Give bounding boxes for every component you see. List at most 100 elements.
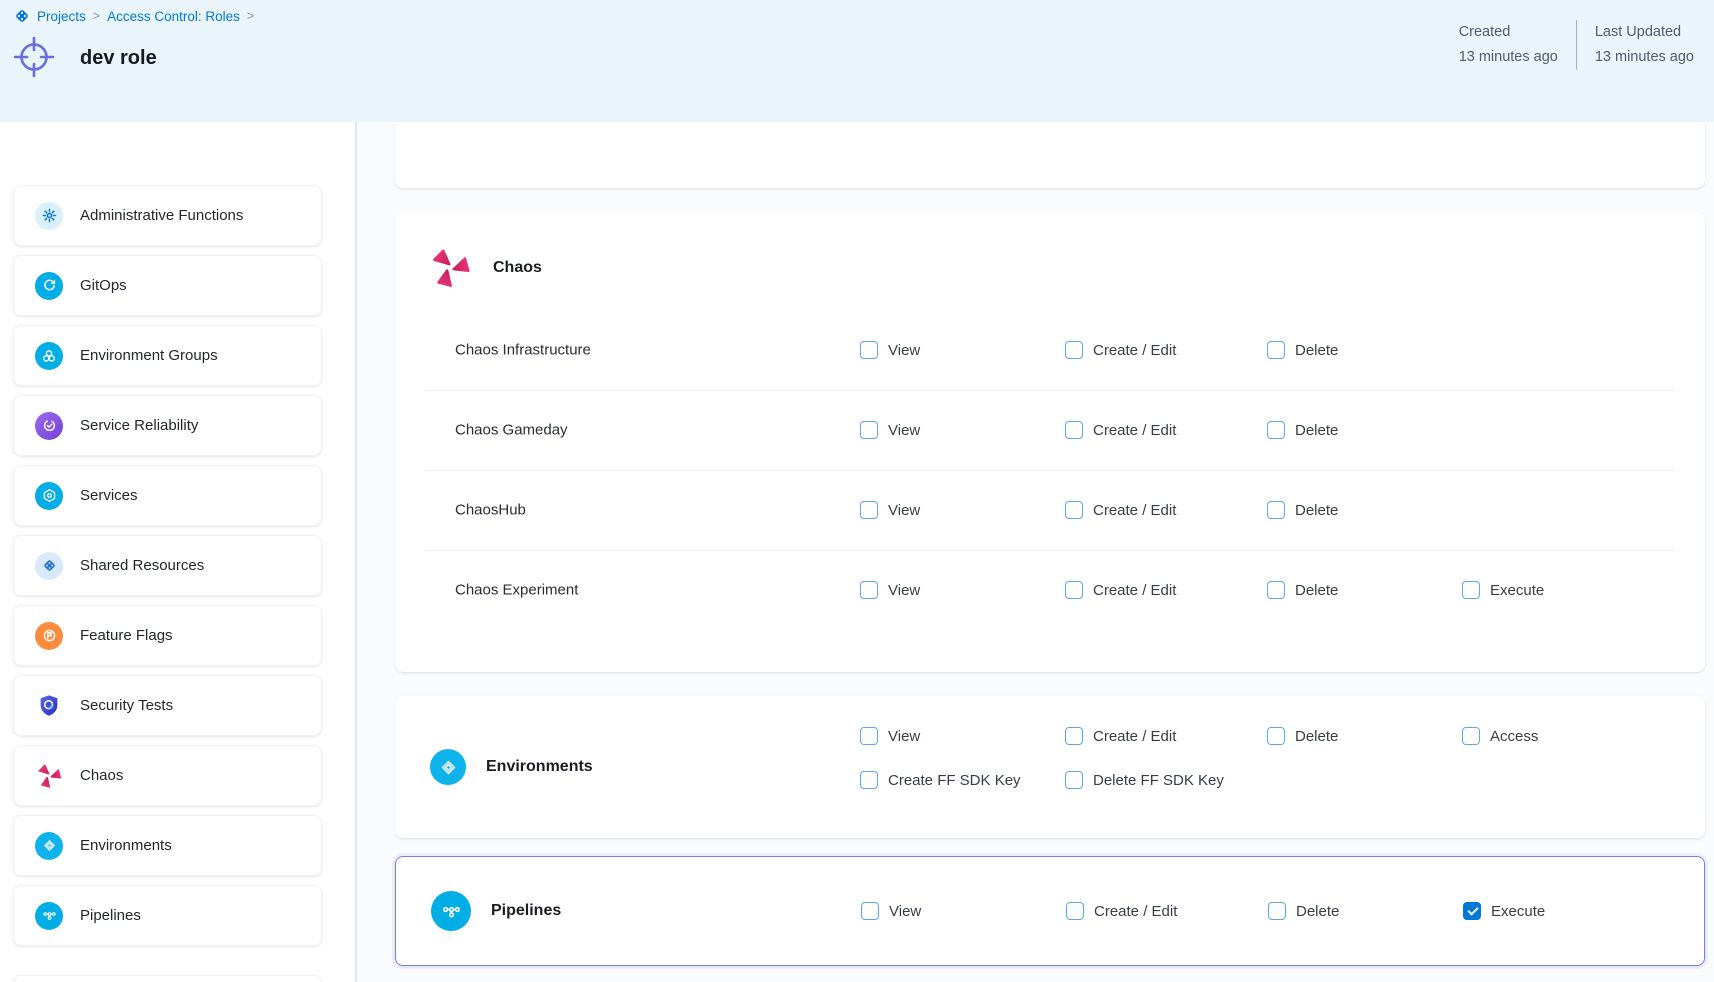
checkbox-box[interactable] [1065, 727, 1083, 745]
sidebar-item-feature-flags[interactable]: Feature Flags [13, 605, 322, 666]
sidebar-item-label: Environment Groups [80, 347, 218, 364]
delete-checkbox[interactable]: Delete [1267, 421, 1338, 439]
create-edit-checkbox[interactable]: Create / Edit [1065, 727, 1176, 745]
sidebar-item-label: Pipelines [80, 907, 141, 924]
checkbox-box[interactable] [1267, 501, 1285, 519]
sidebar-item-environments[interactable]: Environments [13, 815, 322, 876]
breadcrumb-separator: > [247, 9, 254, 23]
checkbox-box[interactable] [860, 501, 878, 519]
permission-row-chaos-experiment: Chaos Experiment View Create / Edit Dele… [395, 550, 1705, 630]
checkbox-box[interactable] [860, 727, 878, 745]
view-checkbox[interactable]: View [860, 581, 920, 599]
checkbox-box[interactable] [860, 421, 878, 439]
create-edit-checkbox[interactable]: Create / Edit [1065, 341, 1176, 359]
previous-section-card-partial [395, 122, 1705, 188]
view-checkbox[interactable]: View [861, 902, 921, 920]
resource-sidebar: Administrative Functions GitOps Environm… [0, 122, 357, 982]
checkbox-box[interactable] [1463, 902, 1481, 920]
permission-row-chaos-infrastructure: Chaos Infrastructure View Create / Edit … [395, 310, 1705, 390]
delete-checkbox[interactable]: Delete [1267, 727, 1338, 745]
delete-checkbox[interactable]: Delete [1267, 341, 1338, 359]
sidebar-item-partial[interactable] [13, 975, 322, 982]
page-title: dev role [80, 47, 157, 70]
create-edit-checkbox[interactable]: Create / Edit [1065, 581, 1176, 599]
sidebar-item-label: Shared Resources [80, 557, 204, 574]
sidebar-item-gitops[interactable]: GitOps [13, 255, 322, 316]
role-target-icon [10, 33, 58, 81]
checkbox-box[interactable] [860, 771, 878, 789]
delete-checkbox[interactable]: Delete [1267, 501, 1338, 519]
breadcrumb: Projects > Access Control: Roles > [14, 8, 254, 24]
execute-checkbox[interactable]: Execute [1462, 581, 1544, 599]
sidebar-item-environment-groups[interactable]: Environment Groups [13, 325, 322, 386]
resource-list: Administrative Functions GitOps Environm… [13, 185, 322, 946]
delete-checkbox[interactable]: Delete [1267, 581, 1338, 599]
row-label: Chaos Gameday [455, 422, 568, 439]
checkbox-box[interactable] [1267, 421, 1285, 439]
create-edit-checkbox[interactable]: Create / Edit [1066, 902, 1177, 920]
checkbox-box[interactable] [1065, 341, 1083, 359]
checkbox-box[interactable] [1066, 902, 1084, 920]
sidebar-item-label: GitOps [80, 277, 127, 294]
permission-row-chaos-gameday: Chaos Gameday View Create / Edit Delete [395, 390, 1705, 470]
last-updated-label: Last Updated [1595, 20, 1694, 45]
permission-row-chaoshub: ChaosHub View Create / Edit Delete [395, 470, 1705, 550]
delete-ff-sdk-key-checkbox[interactable]: Delete FF SDK Key [1065, 771, 1224, 789]
checkbox-box[interactable] [1267, 727, 1285, 745]
security-tests-shield-icon [35, 692, 63, 720]
create-ff-sdk-key-checkbox[interactable]: Create FF SDK Key [860, 771, 1021, 789]
gear-icon [35, 202, 63, 230]
created-block: Created 13 minutes ago [1459, 20, 1577, 70]
chaos-section-title: Chaos [493, 259, 542, 277]
role-meta: Created 13 minutes ago Last Updated 13 m… [1459, 20, 1694, 70]
environments-icon [35, 832, 63, 860]
sidebar-item-label: Environments [80, 837, 172, 854]
sidebar-item-service-reliability[interactable]: Service Reliability [13, 395, 322, 456]
checkbox-box[interactable] [1267, 581, 1285, 599]
sidebar-item-services[interactable]: Services [13, 465, 322, 526]
checkbox-box[interactable] [1268, 902, 1286, 920]
checkbox-box[interactable] [1065, 581, 1083, 599]
view-checkbox[interactable]: View [860, 421, 920, 439]
projects-icon [14, 8, 30, 24]
checkbox-box[interactable] [860, 341, 878, 359]
pipelines-icon [35, 902, 63, 930]
sidebar-item-chaos[interactable]: Chaos [13, 745, 322, 806]
execute-checkbox[interactable]: Execute [1463, 902, 1545, 920]
access-checkbox[interactable]: Access [1462, 727, 1538, 745]
checkbox-box[interactable] [1065, 501, 1083, 519]
chaos-permissions-card: Chaos Chaos Infrastructure View Create /… [395, 212, 1705, 672]
environment-groups-icon [35, 342, 63, 370]
row-label: Chaos Experiment [455, 582, 578, 599]
view-checkbox[interactable]: View [860, 727, 920, 745]
breadcrumb-projects[interactable]: Projects [37, 9, 86, 24]
gitops-icon [35, 272, 63, 300]
view-checkbox[interactable]: View [860, 341, 920, 359]
sidebar-item-pipelines[interactable]: Pipelines [13, 885, 322, 946]
last-updated-block: Last Updated 13 minutes ago [1577, 20, 1694, 70]
sidebar-item-administrative-functions[interactable]: Administrative Functions [13, 185, 322, 246]
checkbox-box[interactable] [1065, 771, 1083, 789]
chaos-section-icon [429, 247, 471, 289]
checkbox-box[interactable] [1462, 581, 1480, 599]
create-edit-checkbox[interactable]: Create / Edit [1065, 501, 1176, 519]
feature-flags-icon [35, 622, 63, 650]
sidebar-item-label: Security Tests [80, 697, 173, 714]
environments-permissions-row-2: Create FF SDK Key Delete FF SDK Key [395, 758, 1705, 802]
sidebar-item-security-tests[interactable]: Security Tests [13, 675, 322, 736]
delete-checkbox[interactable]: Delete [1268, 902, 1339, 920]
checkbox-box[interactable] [860, 581, 878, 599]
breadcrumb-access-control-roles[interactable]: Access Control: Roles [107, 9, 240, 24]
breadcrumb-separator: > [93, 9, 100, 23]
checkbox-box[interactable] [1267, 341, 1285, 359]
checkbox-box[interactable] [1065, 421, 1083, 439]
pipelines-permissions-row: View Create / Edit Delete Execute [396, 857, 1704, 965]
view-checkbox[interactable]: View [860, 501, 920, 519]
service-reliability-icon [35, 412, 63, 440]
checkbox-box[interactable] [861, 902, 879, 920]
sidebar-item-shared-resources[interactable]: Shared Resources [13, 535, 322, 596]
sidebar-item-label: Service Reliability [80, 417, 198, 434]
create-edit-checkbox[interactable]: Create / Edit [1065, 421, 1176, 439]
checkbox-box[interactable] [1462, 727, 1480, 745]
page-header: Projects > Access Control: Roles > dev r… [0, 0, 1714, 122]
